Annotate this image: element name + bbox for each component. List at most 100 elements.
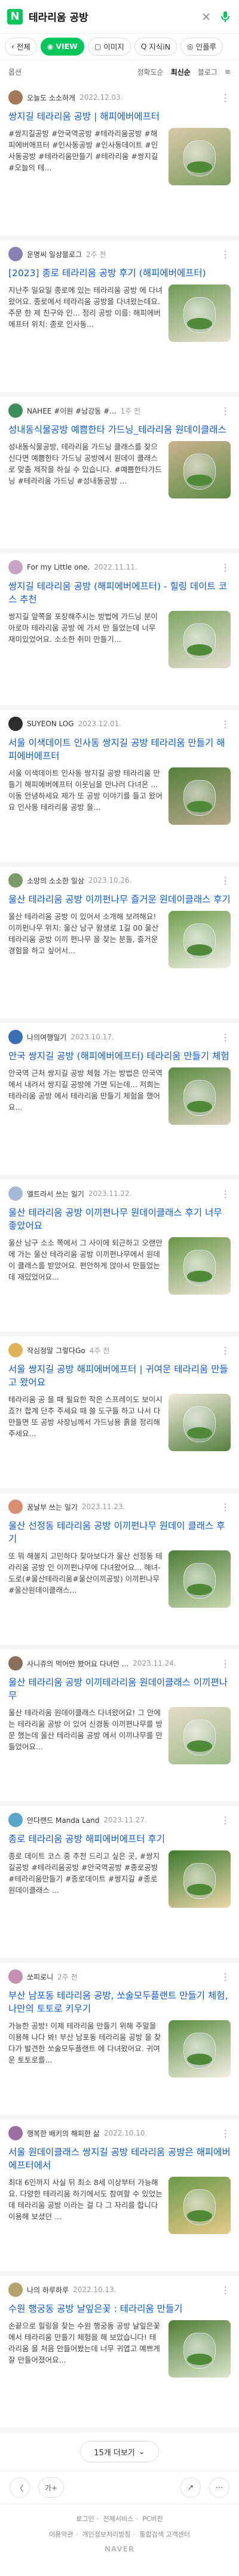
avatar[interactable]	[8, 1813, 23, 1827]
result-snippet[interactable]: 안국역 근처 쌍지길 공방 체험 가는 방법은 안국역에서 내려서 쌍지길 공방…	[8, 1067, 163, 1124]
author-name[interactable]: 안다랜드 Manda Land	[27, 1815, 99, 1825]
filter-blog[interactable]: 블로그	[198, 67, 217, 77]
avatar[interactable]	[8, 403, 23, 418]
terms-link[interactable]: 이용약관	[49, 2531, 73, 2538]
author-name[interactable]: 사니쥬의 먹어만 봤어요 다녀만 ...	[27, 1659, 128, 1669]
more-options-icon[interactable]: ⋮	[220, 1658, 231, 1669]
author-name[interactable]: 소망의 소소한 일상	[27, 876, 84, 886]
help-center-link[interactable]: 통합검색 고객센터	[139, 2531, 189, 2538]
more-options-icon[interactable]: ⋮	[220, 92, 231, 103]
author-name[interactable]: For my Little one.	[27, 563, 90, 571]
close-icon[interactable]	[200, 10, 213, 23]
result-snippet[interactable]: 쌍지길 앞쪽을 포장해주시는 방법에 가드닝 분이 아로마 테라리움 공방 에 …	[8, 611, 163, 668]
search-query[interactable]: 테라리움 공방	[29, 9, 194, 24]
result-title[interactable]: 서울 이색데이트 인사동 쌍지길 공방 테라리움 만들기 해피에버에프터	[8, 736, 231, 763]
result-title[interactable]: 울산 테라리움 공방 이끼테라리움 원데이클래스 이끼편나무	[8, 1676, 231, 1702]
author-name[interactable]: 나의여행일기	[27, 1032, 66, 1042]
result-snippet[interactable]: 성내동식물공방, 테라리움 가드닝 클래스를 찾으신다면 예쁨한타 가드닝 공방…	[8, 441, 163, 498]
result-thumbnail[interactable]	[168, 911, 231, 968]
result-snippet[interactable]: 또 뭐 해볼지 고민하다 찾아보다가 울산 선정동 테라리움 공방 인 이끼펀나…	[8, 1550, 163, 1607]
back-icon[interactable]: 〈	[10, 2477, 30, 2498]
more-menu-icon[interactable]: ⋯	[209, 2477, 229, 2498]
tab-4[interactable]: ◎ 인플루	[180, 37, 223, 56]
privacy-link[interactable]: 개인정보처리방침	[82, 2531, 131, 2538]
avatar[interactable]	[8, 1656, 23, 1671]
more-options-icon[interactable]: ⋮	[220, 562, 231, 573]
result-title[interactable]: 울산 테라리움 공방 이끼펀나무 즐거운 원데이클래스 후기	[8, 893, 231, 906]
author-name[interactable]: 나의 하루하루	[27, 2285, 69, 2295]
result-snippet[interactable]: 울산 테라리움 공방 이 있어서 소개해 보려해요! 이끼펀나무 위치: 울산 …	[8, 911, 163, 968]
author-name[interactable]: 행복한 배키의 해피한 삶	[27, 2128, 100, 2138]
avatar[interactable]	[8, 873, 23, 888]
avatar[interactable]	[8, 1186, 23, 1201]
author-name[interactable]: 쏘피로니	[27, 1972, 53, 1982]
sort-accuracy[interactable]: 정확도순	[137, 67, 164, 77]
result-thumbnail[interactable]	[168, 1550, 231, 1608]
more-options-icon[interactable]: ⋮	[220, 249, 231, 260]
pc-version-link[interactable]: PC버전	[142, 2515, 163, 2523]
result-title[interactable]: 쌍지길 테라리움 공방 | 해피에버에프터	[8, 110, 231, 123]
tab-3[interactable]: Q 지식iN	[134, 37, 177, 56]
result-title[interactable]: 울산 테라리움 공방 이끼편나무 원데이클래스 후기 너무 좋았어요	[8, 1206, 231, 1232]
options-button[interactable]: 옵션	[8, 67, 22, 77]
result-title[interactable]: [2023] 종로 테라리움 공방 후기 (해피에버에프터)	[8, 267, 231, 280]
result-snippet[interactable]: 서울 이색데이트 인사동 쌍지길 공방 테라리움 만들기 해피에버에프터 이웃님…	[8, 767, 163, 824]
more-options-icon[interactable]: ⋮	[220, 1501, 231, 1513]
avatar[interactable]	[8, 1969, 23, 1984]
author-name[interactable]: SUYEON LOG	[27, 720, 74, 728]
more-options-icon[interactable]: ⋮	[220, 1971, 231, 1983]
result-thumbnail[interactable]	[168, 611, 231, 668]
more-options-icon[interactable]: ⋮	[220, 2284, 231, 2296]
result-title[interactable]: 울산 선정동 테라리움 공방 이끼펀나무 원데이 클래스 후기	[8, 1519, 231, 1546]
font-size-button[interactable]: 가+	[38, 2477, 65, 2498]
result-thumbnail[interactable]	[168, 2320, 231, 2378]
result-snippet[interactable]: #쌍지길공방 #안국역공방 #테라리움공방 #해피에버애프터 #인사동공방 #인…	[8, 128, 163, 185]
more-options-icon[interactable]: ⋮	[220, 2128, 231, 2139]
avatar[interactable]	[8, 1343, 23, 1357]
result-title[interactable]: 종로 테라리움 공방 해피에버에프터 후기	[8, 1832, 231, 1846]
avatar[interactable]	[8, 560, 23, 574]
author-name[interactable]: 작심정말 그렇다Go	[27, 1345, 85, 1356]
result-thumbnail[interactable]	[168, 128, 231, 185]
result-snippet[interactable]: 울산 테라리움 원데이클래스 다녀왔어요! 그 안에는 테라리움 공방 이 있어…	[8, 1707, 163, 1764]
avatar[interactable]	[8, 90, 23, 105]
avatar[interactable]	[8, 2126, 23, 2140]
naver-logo[interactable]: N	[7, 8, 23, 25]
login-link[interactable]: 로그인	[76, 2515, 94, 2523]
result-thumbnail[interactable]	[168, 1707, 231, 1764]
more-results-button[interactable]: 15개 더보기 ⌄	[80, 2441, 159, 2462]
result-thumbnail[interactable]	[168, 284, 231, 342]
avatar[interactable]	[8, 247, 23, 261]
tab-0[interactable]: ‹ 전체	[5, 37, 37, 56]
result-title[interactable]: 서울 쌍지길 공방 해피에버에프터 | 귀여운 테라리움 만들고 왔어요	[8, 1363, 231, 1389]
result-thumbnail[interactable]	[168, 1067, 231, 1125]
result-title[interactable]: 안국 쌍지길 공방 (해피에버에프터) 테라리움 만들기 체험	[8, 1050, 231, 1063]
result-title[interactable]: 성내동식물공방 예쁨한타 가드닝_테라리움 원데이클래스	[8, 423, 231, 436]
author-name[interactable]: 꿈날부 쓰는 일기	[27, 1502, 78, 1512]
more-options-icon[interactable]: ⋮	[220, 405, 231, 417]
result-thumbnail[interactable]	[168, 1394, 231, 1451]
more-options-icon[interactable]: ⋮	[220, 718, 231, 730]
avatar[interactable]	[8, 717, 23, 731]
result-title[interactable]: 서울 원데이클래스 쌍지길 공방 테라리움 공방은 해피에버에프터에서	[8, 2146, 231, 2172]
more-options-icon[interactable]: ⋮	[220, 875, 231, 886]
result-snippet[interactable]: 종로 데이트 코스 중 추천 드리고 싶은 곳, #쌍지길공방 #테라리움공방 …	[8, 1850, 163, 1907]
result-thumbnail[interactable]	[168, 2020, 231, 2078]
result-title[interactable]: 부산 남포동 테라리움 공방, 쏘술모두플랜트 만들기 체험, 나만의 토토로 …	[8, 1989, 231, 2015]
author-name[interactable]: 오늘도 소소하게	[27, 93, 75, 103]
microphone-icon[interactable]	[219, 10, 232, 23]
result-snippet[interactable]: 최대 6인까지 사실 뒤 최소 8세 이상부터 가능해요. 다양한 테라리움 하…	[8, 2177, 163, 2234]
more-options-icon[interactable]: ⋮	[220, 1345, 231, 1356]
more-options-icon[interactable]: ⋮	[220, 1815, 231, 1826]
more-options-icon[interactable]: ⋮	[220, 1032, 231, 1043]
list-view-icon[interactable]: ≡	[225, 68, 231, 76]
author-name[interactable]: 엘트라서 쓰는 일기	[27, 1189, 84, 1199]
result-snippet[interactable]: 손끝으로 힐링을 찾는 수원 행궁동 공방 날잎은꽃에서 테라리움 만들기 체험…	[8, 2320, 163, 2377]
avatar[interactable]	[8, 1500, 23, 1514]
result-snippet[interactable]: 가능한 공방! 이제 테라리움 만들기 위해 주말을 이용해 나다 봐! 부산 …	[8, 2020, 163, 2077]
author-name[interactable]: NAHEE #이원 #남강동 #...	[27, 406, 117, 416]
result-thumbnail[interactable]	[168, 767, 231, 825]
result-snippet[interactable]: 지난주 일요일 종로에 있는 테라리움 공방 에 다녀왔어요. 종로에서 테라리…	[8, 284, 163, 341]
result-snippet[interactable]: 테라리움 공 을 때 필요한 작은 스프레이도 보이시죠?! 합계 단추 주세요…	[8, 1394, 163, 1451]
result-thumbnail[interactable]	[168, 1237, 231, 1295]
